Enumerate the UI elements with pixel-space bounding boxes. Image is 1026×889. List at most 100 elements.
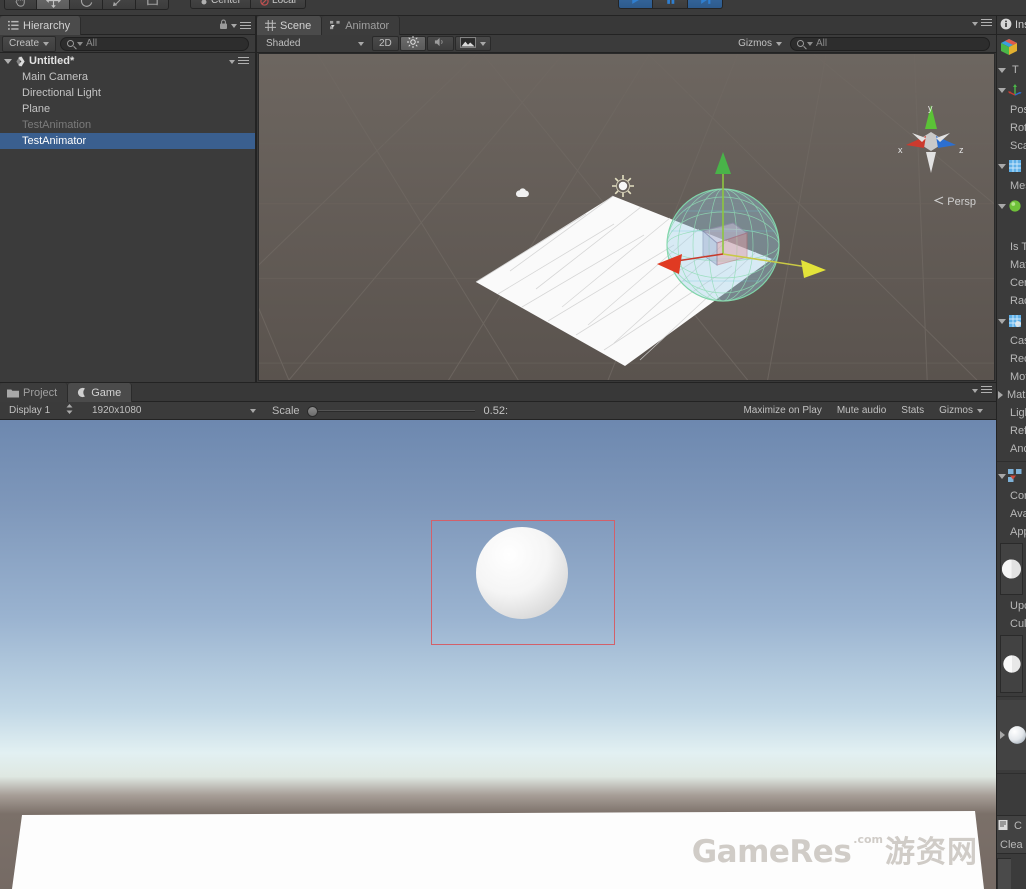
component-header-transform[interactable] xyxy=(997,79,1026,101)
renderer-cast-shadows-row[interactable]: Cas xyxy=(997,332,1026,350)
hierarchy-scene-row[interactable]: Untitled* xyxy=(0,53,255,69)
menu-icon[interactable] xyxy=(981,19,992,28)
hand-tool-button[interactable] xyxy=(4,0,37,10)
menu-icon[interactable] xyxy=(981,386,992,395)
game-gizmos-dropdown[interactable]: Gizmos xyxy=(932,403,990,418)
chevron-down-icon[interactable] xyxy=(998,163,1006,169)
chevron-down-icon[interactable] xyxy=(229,59,235,64)
inspector-body[interactable]: T Pos Rot Sca Mes xyxy=(997,35,1026,889)
animator-culling-mode-row[interactable]: Cul xyxy=(997,615,1026,633)
create-button[interactable]: Create xyxy=(2,35,57,52)
stats-button[interactable]: Stats xyxy=(894,403,931,418)
display-dropdown[interactable]: Display 1 xyxy=(2,403,80,418)
move-tool-button[interactable] xyxy=(37,0,70,10)
component-header-animator[interactable] xyxy=(997,465,1026,487)
chevron-right-icon[interactable] xyxy=(998,391,1003,399)
hierarchy-panel-menu[interactable] xyxy=(219,19,251,33)
component-header-sphere-collider[interactable] xyxy=(997,195,1026,217)
console-tab[interactable]: C xyxy=(997,816,1026,836)
mute-audio-button[interactable]: Mute audio xyxy=(830,403,893,418)
chevron-right-icon[interactable] xyxy=(1000,731,1005,739)
sphere-collider-is-trigger-row[interactable]: Is T xyxy=(997,238,1026,256)
rotate-tool-button[interactable] xyxy=(70,0,103,10)
mesh-filter-mesh-row[interactable]: Mes xyxy=(997,177,1026,195)
sphere-collider-material-row[interactable]: Mat xyxy=(997,256,1026,274)
chevron-down-icon[interactable] xyxy=(972,21,978,26)
scale-slider[interactable] xyxy=(306,404,475,418)
scene-panel-menu[interactable] xyxy=(972,19,992,28)
component-header-mesh-filter[interactable] xyxy=(997,155,1026,177)
tab-game[interactable]: Game xyxy=(68,383,133,402)
game-panel-menu[interactable] xyxy=(972,386,992,395)
scene-lighting-button[interactable] xyxy=(399,36,426,51)
vertical-splitter[interactable] xyxy=(256,16,257,382)
material-preview-row[interactable] xyxy=(997,700,1026,770)
console-scrollbar[interactable] xyxy=(997,858,1011,889)
hierarchy-tree[interactable]: Untitled* Main Camera Directional Light … xyxy=(0,53,255,382)
animator-info-box[interactable] xyxy=(1000,635,1023,693)
scene-projection-label[interactable]: Persp xyxy=(933,196,976,208)
animator-preview-box[interactable] xyxy=(1000,543,1023,595)
pause-button[interactable] xyxy=(653,0,688,9)
chevron-down-icon[interactable] xyxy=(231,24,237,28)
animator-apply-root-motion-row[interactable]: App xyxy=(997,523,1026,541)
step-button[interactable] xyxy=(688,0,723,9)
lock-icon[interactable] xyxy=(219,19,228,33)
chevron-down-icon[interactable] xyxy=(998,318,1006,324)
move-gizmo-handles[interactable] xyxy=(654,150,834,300)
chevron-down-icon[interactable] xyxy=(998,67,1006,73)
scene-fx-button[interactable] xyxy=(454,36,491,51)
tab-project[interactable]: Project xyxy=(0,383,69,402)
chevron-down-icon[interactable] xyxy=(998,203,1006,209)
console-clear-button[interactable]: Clea xyxy=(997,836,1026,853)
chevron-down-icon[interactable] xyxy=(972,388,978,393)
chevron-down-icon[interactable] xyxy=(998,473,1006,479)
menu-icon[interactable] xyxy=(238,57,249,66)
game-viewport[interactable]: GameRes .com 游资网 xyxy=(0,420,996,889)
renderer-receive-shadows-row[interactable]: Rec xyxy=(997,350,1026,368)
maximize-on-play-button[interactable]: Maximize on Play xyxy=(736,403,828,418)
scene-row-menu[interactable] xyxy=(229,57,249,66)
resolution-dropdown[interactable]: 1920x1080 xyxy=(85,403,263,418)
hierarchy-item-testanimator[interactable]: TestAnimator xyxy=(0,133,255,149)
draw-mode-dropdown[interactable]: Shaded xyxy=(259,36,371,51)
renderer-motion-vectors-row[interactable]: Mot xyxy=(997,368,1026,386)
hierarchy-search-input[interactable]: All xyxy=(60,36,249,51)
sphere-collider-radius-row[interactable]: Rac xyxy=(997,292,1026,310)
rect-transform-tool-button[interactable] xyxy=(136,0,169,10)
2d-toggle-button[interactable]: 2D xyxy=(372,36,399,51)
tab-inspector-label[interactable]: Inspector xyxy=(1015,19,1026,31)
scale-tool-button[interactable] xyxy=(103,0,136,10)
renderer-materials-row[interactable]: Mat xyxy=(997,386,1026,404)
transform-position-row[interactable]: Pos xyxy=(997,101,1026,119)
play-button[interactable] xyxy=(618,0,653,9)
horizontal-splitter[interactable] xyxy=(0,382,996,383)
component-header-mesh-renderer[interactable] xyxy=(997,310,1026,332)
tab-animator[interactable]: Animator xyxy=(322,16,401,35)
scene-orientation-gizmo[interactable]: x z y xyxy=(892,101,970,179)
transform-rotation-row[interactable]: Rot xyxy=(997,119,1026,137)
hierarchy-item-testanimation[interactable]: TestAnimation xyxy=(0,117,255,133)
tab-hierarchy[interactable]: Hierarchy xyxy=(0,16,82,35)
scene-search-input[interactable]: All xyxy=(790,36,990,51)
scale-slider-handle[interactable] xyxy=(306,405,318,417)
hierarchy-item-plane[interactable]: Plane xyxy=(0,101,255,117)
hierarchy-item-directional-light[interactable]: Directional Light xyxy=(0,85,255,101)
hierarchy-item-main-camera[interactable]: Main Camera xyxy=(0,69,255,85)
pivot-mode-button[interactable]: Center xyxy=(190,0,252,9)
animator-controller-row[interactable]: Cor xyxy=(997,487,1026,505)
scene-gizmos-dropdown[interactable]: Gizmos xyxy=(731,36,789,51)
transform-scale-row[interactable]: Sca xyxy=(997,137,1026,155)
animator-update-mode-row[interactable]: Upc xyxy=(997,597,1026,615)
pivot-rotation-button[interactable]: Local xyxy=(251,0,306,9)
renderer-lightmap-row[interactable]: Ligl xyxy=(997,404,1026,422)
tab-scene[interactable]: Scene xyxy=(257,16,323,35)
chevron-down-icon[interactable] xyxy=(998,87,1006,93)
menu-icon[interactable] xyxy=(240,21,251,31)
animator-avatar-row[interactable]: Ava xyxy=(997,505,1026,523)
sphere-collider-center-row[interactable]: Cer xyxy=(997,274,1026,292)
renderer-anchor-override-row[interactable]: Anc xyxy=(997,440,1026,458)
chevron-down-icon[interactable] xyxy=(4,58,12,64)
scene-viewport[interactable]: x z y Persp xyxy=(258,53,995,381)
renderer-reflection-row[interactable]: Ref xyxy=(997,422,1026,440)
